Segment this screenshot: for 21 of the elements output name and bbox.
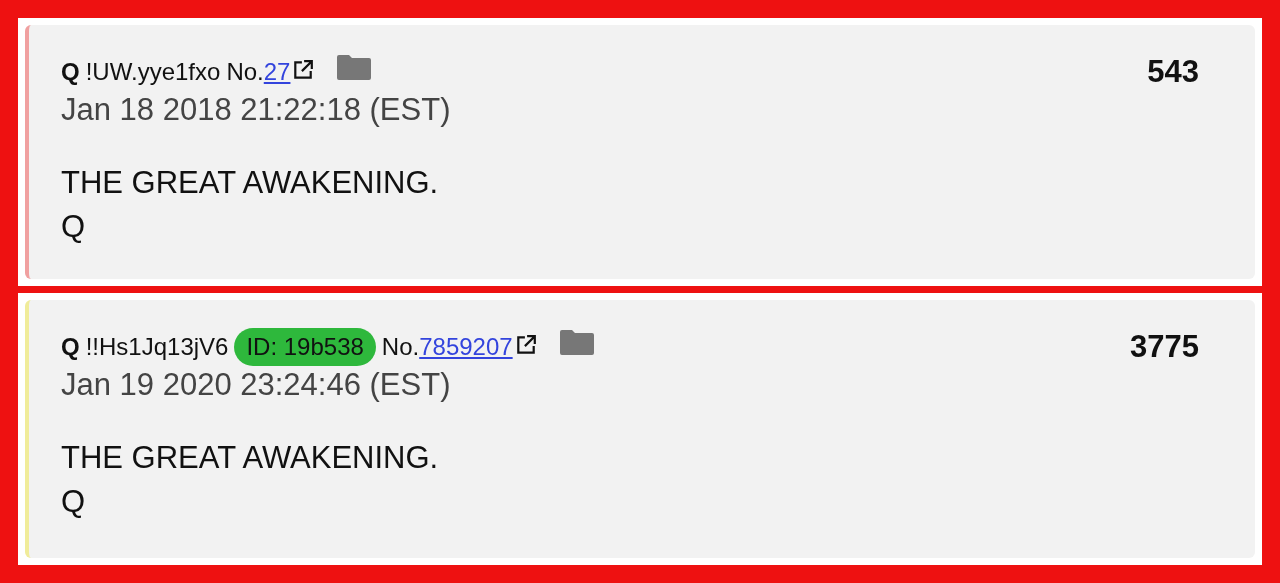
post-count: 543 [1147, 53, 1199, 91]
folder-icon[interactable] [558, 328, 595, 356]
folder-icon[interactable] [336, 53, 373, 81]
post-text: Q [61, 208, 86, 246]
number-label: No. [226, 57, 264, 87]
tripcode: !UW.yye1fxo [85, 57, 221, 87]
post-text: THE GREAT AWAKENING. [61, 439, 439, 477]
post-text: Q [61, 483, 86, 521]
poster-name: Q [61, 57, 80, 87]
poster-name: Q [61, 332, 80, 362]
post-link[interactable]: 7859207 [419, 329, 513, 365]
id-badge: ID: 19b538 [234, 328, 376, 366]
post-date: Jan 19 2020 23:24:46 (EST) [61, 366, 451, 404]
post-link[interactable]: 27 [263, 54, 291, 90]
post-date: Jan 18 2018 21:22:18 (EST) [61, 91, 451, 129]
external-link-icon[interactable] [514, 334, 537, 356]
post-count: 3775 [1130, 328, 1199, 366]
tripcode: !!Hs1Jq13jV6 [85, 332, 229, 362]
number-label: No. [381, 332, 420, 362]
post-text: THE GREAT AWAKENING. [61, 164, 439, 202]
external-link-icon[interactable] [292, 59, 315, 81]
